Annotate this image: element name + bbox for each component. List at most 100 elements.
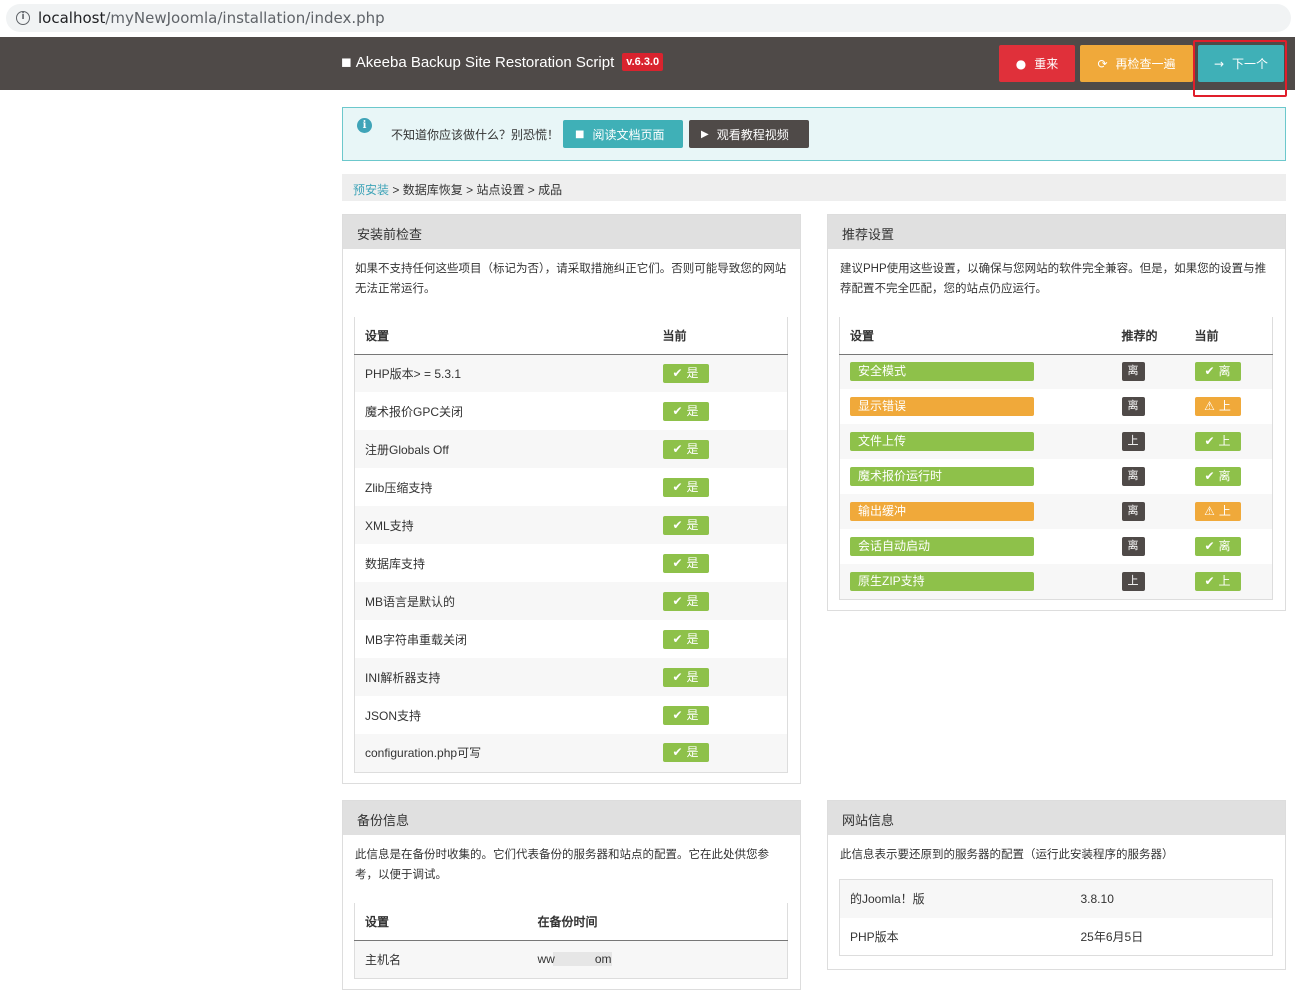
status-badge: ✔ 是	[662, 439, 709, 459]
brand: ◼ Akeeba Backup Site Restoration Script …	[341, 53, 664, 71]
recommended-title: 推荐设置	[828, 215, 1285, 249]
warning-icon: ⚠	[1204, 399, 1215, 413]
setting-name: PHP版本> = 5.3.1	[354, 354, 653, 392]
precheck-panel: 安装前检查 如果不支持任何这些项目（标记为否），请采取措施纠正它们。否则可能导致…	[342, 214, 801, 784]
next-button-highlight	[1193, 40, 1287, 97]
setting-name: 显示错误	[850, 397, 1034, 416]
check-icon: ✔	[1204, 573, 1215, 588]
check-icon: ✔	[672, 707, 683, 722]
recommended-description: 建议PHP使用这些设置，以确保与您网站的软件完全兼容。但是，如果您的设置与推荐配…	[840, 263, 1267, 295]
status-badge: ✔ 是	[662, 401, 709, 421]
col-setting: 设置	[354, 317, 653, 355]
recommended-table: 设置 推荐的 当前 安全模式离 ✔ 离显示错误离 ⚠ 上文件上传上 ✔ 上魔术报价运行时离 ✔…	[839, 317, 1273, 600]
recommended-badge: 上	[1121, 571, 1145, 591]
browser-address-bar: i localhost/myNewJoomla/installation/ind…	[0, 0, 1295, 37]
current-badge: ⚠ 上	[1194, 502, 1241, 521]
col-current: 当前	[1184, 317, 1273, 355]
setting-value: ww om	[527, 940, 788, 978]
setting-name: 注册Globals Off	[354, 430, 653, 468]
recommended-badge: 离	[1121, 467, 1145, 486]
status-badge: ✔ 是	[662, 553, 709, 573]
col-setting: 设置	[839, 317, 1112, 355]
table-row: JSON支持 ✔ 是	[355, 696, 788, 734]
backup-info-title: 备份信息	[343, 801, 800, 835]
setting-name: 输出缓冲	[850, 502, 1034, 521]
site-info-title: 网站信息	[828, 801, 1285, 835]
setting-name: 的Joomla！版	[839, 879, 1071, 918]
col-recommended: 推荐的	[1111, 317, 1185, 355]
info-icon[interactable]: i	[16, 11, 30, 25]
breadcrumb-item-finished: 成品	[538, 183, 563, 197]
status-badge: ✔ 是	[662, 515, 709, 535]
help-text: 不知道你应该做什么？别恐慌！	[391, 128, 560, 142]
status-badge: ✔ 是	[662, 705, 709, 725]
table-row: 安全模式 离 ✔ 离	[839, 354, 1273, 389]
setting-name: MB字符串重载关闭	[365, 632, 468, 647]
setting-name: Zlib压缩支持	[365, 480, 433, 495]
table-row: 数据库支持 ✔ 是	[355, 544, 788, 582]
info-circle-icon: i	[357, 118, 372, 133]
table-row: 魔术报价运行时 离 ✔ 离	[840, 459, 1273, 494]
table-row: 原生ZIP支持 上 ✔ 上	[839, 564, 1273, 599]
recommended-badge: 上	[1121, 432, 1145, 451]
setting-name: 魔术报价GPC关闭	[365, 404, 464, 419]
setting-value: 3.8.10	[1070, 879, 1273, 918]
check-icon: ✔	[1204, 539, 1215, 553]
status-badge: ✔ 是	[662, 629, 709, 649]
col-current: 当前	[652, 317, 788, 355]
warning-icon: ⚠	[1204, 504, 1215, 518]
check-icon: ✔	[672, 669, 683, 684]
site-info-description: 此信息表示要还原到的服务器的配置（运行此安装程序的服务器）	[840, 849, 1174, 861]
table-row: configuration.php可写 ✔ 是	[354, 734, 788, 772]
flame-icon: ●	[1015, 56, 1027, 71]
version-badge: v.6.3.0	[622, 53, 664, 71]
current-badge: ✔ 离	[1194, 467, 1241, 486]
table-row: 会话自动启动 离 ✔ 离	[840, 529, 1273, 564]
watch-video-button[interactable]: ▶ 观看教程视频	[689, 120, 809, 148]
setting-name: 主机名	[354, 940, 528, 978]
precheck-title: 安装前检查	[343, 215, 800, 249]
setting-name: 文件上传	[850, 432, 1034, 451]
check-icon: ✔	[1204, 469, 1215, 483]
recommended-badge: 离	[1121, 397, 1145, 416]
setting-name: 魔术报价运行时	[850, 467, 1034, 486]
check-icon: ✔	[672, 403, 683, 418]
col-setting: 设置	[354, 903, 528, 941]
table-row: 魔术报价GPC关闭 ✔ 是	[355, 392, 788, 430]
precheck-description: 如果不支持任何这些项目（标记为否），请采取措施纠正它们。否则可能导致您的网站无法…	[355, 263, 787, 295]
check-icon: ✔	[672, 479, 683, 494]
breadcrumb-item-database: 数据库恢复	[402, 183, 463, 197]
app-header: ◼ Akeeba Backup Site Restoration Script …	[0, 37, 1295, 90]
breadcrumb-item-preinstall[interactable]: 预安装	[353, 183, 389, 197]
setting-name: configuration.php可写	[354, 734, 653, 772]
status-badge: ✔ 是	[662, 363, 709, 383]
recommended-badge: 离	[1121, 362, 1145, 382]
recommended-panel: 推荐设置 建议PHP使用这些设置，以确保与您网站的软件完全兼容。但是，如果您的设…	[827, 214, 1286, 611]
reset-button[interactable]: ● 重来	[999, 45, 1075, 82]
check-icon: ✔	[672, 517, 683, 532]
status-badge: ✔ 是	[662, 591, 709, 611]
setting-name: 会话自动启动	[850, 537, 1034, 556]
table-row: 输出缓冲 离 ⚠ 上	[839, 494, 1273, 529]
help-alert: i 不知道你应该做什么？别恐慌！ ■ 阅读文档页面 ▶ 观看教程视频	[342, 107, 1286, 161]
setting-name: PHP版本	[850, 929, 899, 944]
table-row: XML支持 ✔ 是	[354, 506, 788, 544]
breadcrumb: 预安装 > 数据库恢复 > 站点设置 > 成品	[342, 174, 1286, 201]
backup-info-table: 设置 在备份时间 主机名 ww om	[354, 903, 788, 979]
breadcrumb-item-site-setup: 站点设置	[476, 183, 525, 197]
setting-name: 安全模式	[850, 362, 1034, 382]
site-info-panel: 网站信息 此信息表示要还原到的服务器的配置（运行此安装程序的服务器） 的Joom…	[827, 800, 1286, 970]
url-text[interactable]: localhost/myNewJoomla/installation/index…	[38, 9, 385, 27]
recheck-button[interactable]: ⟳ 再检查一遍	[1080, 45, 1193, 82]
current-badge: ⚠ 上	[1194, 397, 1241, 416]
read-docs-button[interactable]: ■ 阅读文档页面	[563, 120, 683, 148]
table-row: PHP版本 25年6月5日	[840, 918, 1273, 956]
check-icon: ✔	[672, 593, 683, 608]
box-icon: ◼	[341, 54, 352, 70]
current-badge: ✔ 离	[1194, 362, 1241, 382]
backup-info-description: 此信息是在备份时收集的。它们代表备份的服务器和站点的配置。它在此处供您参考，以便…	[355, 849, 769, 881]
check-icon: ✔	[672, 631, 683, 646]
backup-info-panel: 备份信息 此信息是在备份时收集的。它们代表备份的服务器和站点的配置。它在此处供您…	[342, 800, 801, 990]
setting-name: JSON支持	[365, 708, 422, 723]
refresh-icon: ⟳	[1097, 56, 1108, 71]
